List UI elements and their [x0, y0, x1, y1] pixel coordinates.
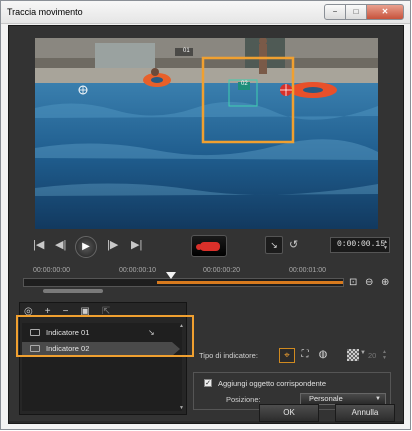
size-spinner-icon[interactable]: ▲ ▼ — [382, 349, 387, 361]
link-tracker-button[interactable]: ↘ — [265, 236, 283, 254]
window-controls: − □ ✕ — [324, 4, 404, 20]
playhead-handle[interactable] — [166, 272, 176, 279]
next-frame-button[interactable]: |▶ — [107, 236, 118, 254]
position-label: Posizione: — [226, 395, 261, 404]
mosaic-icon[interactable] — [347, 349, 359, 361]
title-bar: Traccia movimento − □ ✕ — [1, 1, 410, 24]
timecode-spinner-icon[interactable]: ▲ ▼ — [384, 239, 387, 251]
zoom-out-icon[interactable]: ⊖ — [365, 277, 373, 288]
close-button[interactable]: ✕ — [366, 4, 404, 20]
prev-frame-button[interactable]: ◀| — [55, 236, 66, 254]
pool-scene — [35, 38, 378, 229]
position-value: Personale — [309, 394, 343, 403]
point-tracker-button[interactable]: ⌖ — [279, 348, 295, 363]
zoom-in-icon[interactable]: ⊕ — [381, 277, 389, 288]
dialog-body: 01 02 |◀ ◀| ▶ |▶ ▶| ↘ ↺ 0:00:00.15 ▲ ▼ 00… — [8, 25, 404, 424]
timeline: 00:00:00:00 00:00:00:10 00:00:00:20 00:0… — [23, 266, 389, 296]
record-track-button[interactable] — [191, 235, 227, 257]
add-object-label: Aggiungi oggetto corrispondente — [218, 379, 326, 388]
video-preview[interactable]: 01 02 — [35, 38, 378, 229]
add-object-checkbox[interactable]: ✓ — [204, 379, 212, 387]
timecode-value: 0:00:00.15 — [337, 240, 386, 249]
scrollbar-thumb[interactable] — [43, 289, 103, 293]
timeline-scrollbar[interactable] — [23, 289, 344, 294]
chevron-down-icon[interactable]: ▼ — [360, 350, 366, 356]
mosaic-size-value: 20 — [368, 351, 377, 360]
zoom-fit-icon[interactable]: ⊡ — [349, 277, 357, 288]
go-to-start-button[interactable]: |◀ — [33, 236, 44, 254]
ruler-tick-label: 00:00:00:20 — [203, 267, 240, 274]
camera-icon — [200, 242, 220, 251]
tracker-type-label: Tipo di indicatore: — [199, 351, 258, 360]
maximize-button[interactable]: □ — [345, 4, 367, 20]
tracked-range — [157, 281, 343, 284]
scroll-down-icon[interactable]: ▼ — [179, 405, 184, 411]
window-title: Traccia movimento — [7, 7, 83, 17]
cancel-button[interactable]: Annulla — [335, 404, 395, 422]
tracker-label-01: 01 — [183, 48, 190, 54]
timeline-ruler: 00:00:00:00 00:00:00:10 00:00:00:20 00:0… — [23, 266, 389, 278]
ok-button[interactable]: OK — [259, 404, 319, 422]
ruler-tick-label: 00:00:00:00 — [33, 267, 70, 274]
go-to-end-button[interactable]: ▶| — [131, 236, 142, 254]
chevron-down-icon: ▼ — [375, 396, 381, 402]
area-tracker-button[interactable]: ⛶ — [297, 348, 313, 363]
dialog-window: Traccia movimento − □ ✕ 01 02 |◀ ◀| ▶ |▶… — [0, 0, 411, 430]
mosaic-size-field[interactable]: 20 ▲ ▼ — [368, 349, 393, 362]
timecode-field[interactable]: 0:00:00.15 ▲ ▼ — [330, 237, 390, 253]
highlight-box — [16, 315, 194, 357]
timeline-track[interactable] — [23, 278, 344, 287]
ruler-tick-label: 00:00:01:00 — [289, 267, 326, 274]
multi-point-tracker-button[interactable]: ◍ — [315, 348, 331, 363]
minimize-button[interactable]: − — [324, 4, 346, 20]
tracker-label-02: 02 — [241, 81, 248, 87]
ruler-tick-label: 00:00:00:10 — [119, 267, 156, 274]
play-button[interactable]: ▶ — [75, 236, 97, 258]
transport-bar: |◀ ◀| ▶ |▶ ▶| ↘ ↺ 0:00:00.15 ▲ ▼ — [9, 231, 403, 261]
reset-button[interactable]: ↺ — [289, 236, 298, 254]
